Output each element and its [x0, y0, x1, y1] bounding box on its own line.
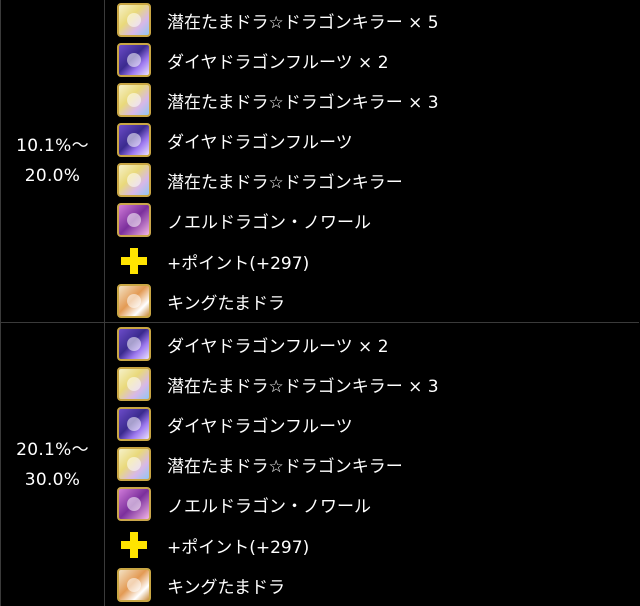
reward-row: 潜在たまドラ☆ドラゴンキラー: [105, 160, 639, 200]
reward-label: 潜在たまドラ☆ドラゴンキラー × 5: [167, 12, 439, 33]
plus-icon: [117, 528, 151, 562]
reward-row: ダイヤドラゴンフルーツ × 2: [105, 324, 639, 364]
range-end: 30.0%: [24, 469, 81, 490]
reward-row: キングたまドラ: [105, 281, 639, 321]
reward-label: ノエルドラゴン・ノワール: [167, 212, 371, 233]
reward-group: 10.1%〜 20.0% 潜在たまドラ☆ドラゴンキラー × 5 ダイヤドラゴンフ…: [1, 0, 639, 323]
reward-row: 潜在たまドラ☆ドラゴンキラー × 5: [105, 0, 639, 40]
reward-label: キングたまドラ: [167, 293, 285, 314]
reward-label: 潜在たまドラ☆ドラゴンキラー × 3: [167, 92, 439, 113]
range-end: 20.0%: [24, 166, 81, 186]
reward-row: ダイヤドラゴンフルーツ × 2: [105, 40, 639, 80]
reward-row: ノエルドラゴン・ノワール: [105, 484, 639, 524]
reward-row: ダイヤドラゴンフルーツ: [105, 120, 639, 160]
diamond-dragon-fruit-icon: [117, 407, 151, 441]
king-tamadra-icon: [117, 568, 151, 602]
reward-label: ダイヤドラゴンフルーツ: [167, 416, 353, 437]
reward-row: 潜在たまドラ☆ドラゴンキラー × 3: [105, 364, 639, 404]
reward-label: 潜在たまドラ☆ドラゴンキラー: [167, 172, 403, 193]
noel-dragon-icon: [117, 203, 151, 237]
reward-group: 20.1%〜 30.0% ダイヤドラゴンフルーツ × 2 潜在たまドラ☆ドラゴン…: [1, 323, 639, 606]
diamond-dragon-fruit-icon: [117, 43, 151, 77]
tamadra-icon: [117, 447, 151, 481]
noel-dragon-icon: [117, 487, 151, 521]
reward-row: ノエルドラゴン・ノワール: [105, 200, 639, 240]
tamadra-icon: [117, 3, 151, 37]
reward-label: +ポイント(+297): [167, 253, 310, 274]
tamadra-icon: [117, 83, 151, 117]
reward-label: 潜在たまドラ☆ドラゴンキラー: [167, 456, 403, 477]
range-start: 10.1%〜: [16, 136, 89, 156]
reward-label: +ポイント(+297): [167, 537, 310, 558]
range-start: 20.1%〜: [16, 439, 89, 460]
reward-label: ダイヤドラゴンフルーツ × 2: [167, 336, 389, 357]
reward-row: ダイヤドラゴンフルーツ: [105, 404, 639, 444]
plus-icon: [117, 244, 151, 278]
diamond-dragon-fruit-icon: [117, 123, 151, 157]
range-cell: 10.1%〜 20.0%: [1, 0, 105, 322]
diamond-dragon-fruit-icon: [117, 327, 151, 361]
reward-row: +ポイント(+297): [105, 525, 639, 565]
reward-row: 潜在たまドラ☆ドラゴンキラー: [105, 444, 639, 484]
reward-label: ダイヤドラゴンフルーツ: [167, 132, 353, 153]
tamadra-icon: [117, 367, 151, 401]
reward-list: ダイヤドラゴンフルーツ × 2 潜在たまドラ☆ドラゴンキラー × 3 ダイヤドラ…: [105, 323, 639, 606]
reward-row: +ポイント(+297): [105, 241, 639, 281]
reward-label: キングたまドラ: [167, 577, 285, 598]
reward-table: 10.1%〜 20.0% 潜在たまドラ☆ドラゴンキラー × 5 ダイヤドラゴンフ…: [0, 0, 639, 606]
reward-row: 潜在たまドラ☆ドラゴンキラー × 3: [105, 80, 639, 120]
range-cell: 20.1%〜 30.0%: [1, 323, 105, 606]
reward-label: ダイヤドラゴンフルーツ × 2: [167, 52, 389, 73]
reward-label: 潜在たまドラ☆ドラゴンキラー × 3: [167, 376, 439, 397]
reward-row: キングたまドラ: [105, 565, 639, 605]
reward-list: 潜在たまドラ☆ドラゴンキラー × 5 ダイヤドラゴンフルーツ × 2 潜在たまド…: [105, 0, 639, 322]
king-tamadra-icon: [117, 284, 151, 318]
tamadra-icon: [117, 163, 151, 197]
reward-label: ノエルドラゴン・ノワール: [167, 496, 371, 517]
